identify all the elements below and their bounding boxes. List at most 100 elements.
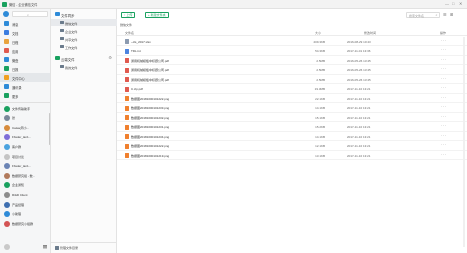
file-name[interactable]: 通用机械模板中标题公司.pdf [131,68,169,72]
menu-icon[interactable] [43,245,47,246]
sidebar-item-chat[interactable]: 消息 [0,19,50,28]
search-placeholder: 搜索文件名 [409,13,425,18]
sidebar-item-app[interactable]: 应用 [0,46,50,55]
upload-button[interactable]: ↑ 上传 [121,11,136,18]
avatar[interactable] [3,11,9,17]
column-name-header[interactable]: 文件名 [125,31,134,35]
tree-item[interactable]: 工作文件 [51,43,117,50]
conversation-item[interactable]: Fbsder_lan1... [0,133,50,142]
more-options-icon[interactable]: ··· [441,123,446,128]
column-date-header[interactable]: 修改时间 [364,31,376,35]
more-options-icon[interactable]: ··· [441,47,446,52]
sidebar-item-document[interactable]: 文档 [0,28,50,37]
more-options-icon[interactable]: ··· [441,114,446,119]
tree-item[interactable]: 微信文件 [51,19,117,26]
table-row[interactable]: TDL.txt 54.3KB 2017-11-01 13:36 ··· [117,47,467,56]
tree-item[interactable]: 我的文件 [51,63,117,70]
sidebar-item-more-apps[interactable]: 更多 [0,91,50,100]
file-name[interactable]: TDL.txt [131,49,141,53]
table-row[interactable]: C.zip.pdf 19.3MB 2017-11-10 13:21 ··· [117,85,467,94]
search-icon: ⌕ [27,13,30,17]
sidebar-item-folder[interactable]: 文件中心 [0,73,50,82]
table-row[interactable]: 数据图20181000101222.png 22.1KB 2017-11-10 13… [117,94,467,103]
gear-icon[interactable]: ⚙ [108,56,112,60]
file-icon [125,143,129,149]
user-avatar[interactable] [4,244,10,250]
conversation-item[interactable]: 张 [0,114,50,123]
conversation-item[interactable]: 小助理 [0,210,50,219]
file-name[interactable]: 通用机械模板中标题公司.pdf [131,78,169,82]
file-search-input[interactable]: 搜索文件名 ⌕ [406,11,440,18]
conversation-item[interactable]: Caisa(周小... [0,123,50,132]
sidebar-item-report[interactable]: 日报 [0,64,50,73]
column-size-header[interactable]: 大小 [315,31,321,35]
conversation-item[interactable]: Ri&D Client [0,190,50,199]
list-view-icon[interactable]: ☰ [443,12,447,17]
file-list-panel: ↑ 上传 + 新建文件夹 搜索文件名 ⌕ ☰ ⊞ 微信文件 文件名 大小 修改时… [117,9,467,253]
breadcrumb[interactable]: 微信文件 [120,23,132,27]
conversation-item[interactable]: 企业通知 [0,181,50,190]
minimize-icon[interactable]: — [445,2,449,6]
more-options-icon[interactable]: ··· [441,66,446,71]
file-name[interactable]: 数据图20181000101234.png [131,135,169,139]
file-size: 14.1KB [315,134,325,139]
file-name[interactable]: 数据图20181000101219.png [131,154,169,158]
more-options-icon[interactable]: ··· [441,57,446,62]
conversation-item[interactable]: 文件传输助手 [0,104,50,113]
table-row[interactable]: 通用机械模板中标题公司.pdf 2.5MB 2016-05-26 13:45 ··· [117,56,467,65]
more-options-icon[interactable]: ··· [441,95,446,100]
conversation-item[interactable]: 数据研究组 - 数... [0,171,50,180]
conversation-item[interactable]: 数据研究小组群 [0,219,50,228]
file-name[interactable]: ~cls_2017.xlsx [131,40,151,44]
conversation-name: 文件传输助手 [12,106,31,111]
table-row[interactable]: 数据图20181000101234.png 14.1KB 2017-11-10 13… [117,132,467,141]
conversation-item[interactable]: 产品经理 [0,200,50,209]
conversation-item[interactable]: 客户群 [0,142,50,151]
sidebar-item-calendar[interactable]: 日程 [0,37,50,46]
more-options-icon[interactable]: ··· [441,85,446,90]
sidebar-item-contacts[interactable]: 通讯录 [0,82,50,91]
new-folder-button[interactable]: + 新建文件夹 [145,11,169,18]
chat-icon [4,21,9,26]
conversation-item[interactable]: 项目讨论 [0,152,50,161]
more-options-icon[interactable]: ··· [441,133,446,138]
tree-item[interactable]: 共享文件 [51,35,117,42]
search-input[interactable]: ⌕ [12,11,48,17]
file-name[interactable]: 数据图20181000101233.png [131,106,169,110]
file-name[interactable]: 数据图20181000101232.png [131,116,169,120]
manage-directory-button[interactable]: 管理文件目录 [51,242,117,253]
table-row[interactable]: 数据图20181000101231.png 15.2KB 2017-11-10 13… [117,123,467,132]
table-row[interactable]: ~cls_2017.xlsx 209.3KB 2016-08-29 10:43 ··· [117,37,467,46]
table-row[interactable]: 数据图20181000101222.png 12.1KB 2017-11-10 13… [117,142,467,151]
file-name[interactable]: 数据图20181000101222.png [131,144,169,148]
table-row[interactable]: 数据图20181000101219.png 13.1KB 2017-11-10 13… [117,151,467,160]
sidebar-item-drive[interactable]: 微盘 [0,55,50,64]
file-name[interactable]: 数据图20181000101222.png [131,97,169,101]
tree-item[interactable]: 企业文件 [51,27,117,34]
file-name[interactable]: C.zip.pdf [131,87,143,91]
close-icon[interactable]: ✕ [459,2,462,6]
file-name[interactable]: 通用机械模板中标题公司.pdf [131,59,169,63]
grid-view-icon[interactable]: ⊞ [450,12,453,17]
more-options-icon[interactable]: ··· [441,142,446,147]
file-icon [125,96,129,101]
sidebar-scrollbar[interactable] [48,113,50,145]
search-icon: ⌕ [435,13,438,18]
tree-group-sync[interactable]: 文件同步 [51,10,117,18]
more-options-icon[interactable]: ··· [441,76,446,81]
table-row[interactable]: 通用机械模板中标题公司.pdf 2.5MB 2016-05-26 13:45 ··· [117,75,467,84]
file-name[interactable]: 数据图20181000101231.png [131,125,169,129]
conversation-name: Fbsder_lan1... [12,164,32,169]
file-icon [125,134,129,139]
table-row[interactable]: 数据图20181000101233.png 14.1KB 2017-11-10 13… [117,104,467,113]
maximize-icon[interactable]: □ [452,2,454,6]
table-row[interactable]: 数据图20181000101232.png 15.1KB 2017-11-10 13… [117,113,467,122]
more-options-icon[interactable]: ··· [441,104,446,109]
file-list-scrollbar[interactable] [463,37,465,247]
more-options-icon[interactable]: ··· [441,38,446,43]
table-row[interactable]: 通用机械模板中标题公司.pdf 2.5MB 2016-05-26 13:45 ··· [117,66,467,75]
conversation-item[interactable]: Fbsder_lan1... [0,162,50,171]
tree-group-cloud[interactable]: 云端文件 ⚙ [51,54,117,62]
folder-icon [60,44,64,49]
more-options-icon[interactable]: ··· [441,152,446,157]
